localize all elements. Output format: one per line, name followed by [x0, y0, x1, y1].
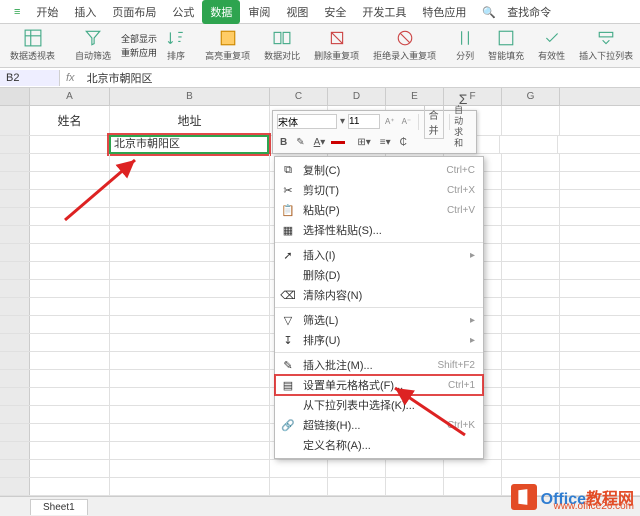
col-header-b[interactable]: B [110, 88, 270, 105]
delete-dup-button[interactable]: 删除重复项 [310, 27, 363, 64]
col-header-a[interactable]: A [30, 88, 110, 105]
watermark: Office教程网 www.office26.com [511, 484, 634, 510]
search-command[interactable]: 🔍 查找命令 [474, 0, 567, 24]
logo-icon: ≡ [6, 2, 28, 22]
context-menu: ⧉复制(C)Ctrl+C ✂剪切(T)Ctrl+X 📋粘贴(P)Ctrl+V ▦… [274, 156, 484, 459]
menu-define-name[interactable]: 定义名称(A)... [275, 435, 483, 455]
align-button[interactable]: ≡▾ [377, 136, 394, 149]
copy-icon: ⧉ [281, 163, 295, 177]
pivot-button[interactable]: 数据透视表 [6, 27, 59, 64]
number-format-button[interactable]: ₵ [397, 136, 410, 149]
menu-delete[interactable]: 删除(D) [275, 265, 483, 285]
menu-format-cells[interactable]: ▤设置单元格格式(F)...Ctrl+1 [275, 375, 483, 395]
col-header-g[interactable]: G [502, 88, 560, 105]
tab-view[interactable]: 视图 [278, 0, 316, 24]
menu-insert-comment[interactable]: ✎插入批注(M)...Shift+F2 [275, 355, 483, 375]
font-select[interactable] [277, 114, 337, 129]
text-to-columns-button[interactable]: 分列 [452, 27, 478, 64]
formula-bar: B2 fx 北京市朝阳区 [0, 68, 640, 88]
menu-cut[interactable]: ✂剪切(T)Ctrl+X [275, 180, 483, 200]
menu-filter[interactable]: ▽筛选(L)▸ [275, 310, 483, 330]
sort-button[interactable]: 排序 [163, 27, 189, 64]
cell-b1[interactable]: 地址 [110, 106, 270, 135]
hyperlink-icon: 🔗 [281, 418, 295, 432]
autofilter-button[interactable]: 自动筛选 [71, 27, 115, 64]
menu-paste[interactable]: 📋粘贴(P)Ctrl+V [275, 200, 483, 220]
decrease-font-icon[interactable]: A⁻ [400, 117, 414, 126]
menu-clear[interactable]: ⌫清除内容(N) [275, 285, 483, 305]
smart-fill-button[interactable]: 智能填充 [484, 27, 528, 64]
increase-font-icon[interactable]: A⁺ [383, 117, 397, 126]
paste-special-icon: ▦ [281, 223, 295, 237]
tab-layout[interactable]: 页面布局 [104, 0, 164, 24]
mini-toolbar: ▾ A⁺ A⁻ 合并 Σ自动求和 B ✎ A▾ ⊞▾ ≡▾ ₵ [272, 110, 477, 154]
row-header[interactable] [0, 136, 30, 153]
tab-dev[interactable]: 开发工具 [354, 0, 414, 24]
dropdown-button[interactable]: 插入下拉列表 [575, 27, 637, 64]
tab-data[interactable]: 数据 [202, 0, 240, 24]
tab-security[interactable]: 安全 [316, 0, 354, 24]
ribbon-tab-bar: ≡ 开始 插入 页面布局 公式 数据 审阅 视图 安全 开发工具 特色应用 🔍 … [0, 0, 640, 24]
reapply-button[interactable]: 重新应用 [121, 46, 157, 59]
format-painter-icon[interactable]: ✎ [293, 136, 307, 149]
fill-color-button[interactable] [331, 141, 345, 144]
border-button[interactable]: ⊞▾ [354, 136, 373, 149]
fx-icon[interactable]: fx [60, 72, 81, 84]
tab-review[interactable]: 审阅 [240, 0, 278, 24]
menu-hyperlink[interactable]: 🔗超链接(H)...Ctrl+K [275, 415, 483, 435]
tab-formula[interactable]: 公式 [164, 0, 202, 24]
menu-sort[interactable]: ↧排序(U)▸ [275, 330, 483, 350]
comment-icon: ✎ [281, 358, 295, 372]
col-header-e[interactable]: E [386, 88, 444, 105]
validity-button[interactable]: 有效性 [534, 27, 569, 64]
tab-home[interactable]: 开始 [28, 0, 66, 24]
cut-icon: ✂ [281, 183, 295, 197]
col-header-c[interactable]: C [270, 88, 328, 105]
ribbon-toolbar: 数据透视表 自动筛选 全部显示 重新应用 排序 高亮重复项 数据对比 删除重复项… [0, 24, 640, 68]
menu-insert[interactable]: ➚插入(I)▸ [275, 245, 483, 265]
col-header-d[interactable]: D [328, 88, 386, 105]
select-all-corner[interactable] [0, 88, 30, 105]
format-cells-icon: ▤ [281, 378, 295, 392]
menu-paste-special[interactable]: ▦选择性粘贴(S)... [275, 220, 483, 240]
paste-icon: 📋 [281, 203, 295, 217]
reject-dup-button[interactable]: 拒绝录入重复项 [369, 27, 440, 64]
formula-input[interactable]: 北京市朝阳区 [81, 68, 640, 88]
showall-button[interactable]: 全部显示 [121, 32, 157, 45]
filter-icon: ▽ [281, 313, 295, 327]
menu-pick-from-list[interactable]: 从下拉列表中选择(K)... [275, 395, 483, 415]
fontsize-select[interactable] [348, 114, 380, 129]
tab-insert[interactable]: 插入 [66, 0, 104, 24]
tab-special[interactable]: 特色应用 [414, 0, 474, 24]
office-logo-icon [511, 484, 537, 510]
sheet-tab[interactable]: Sheet1 [30, 499, 88, 515]
menu-copy[interactable]: ⧉复制(C)Ctrl+C [275, 160, 483, 180]
sort-icon: ↧ [281, 333, 295, 347]
col-header-f[interactable]: F [444, 88, 502, 105]
data-compare-button[interactable]: 数据对比 [260, 27, 304, 64]
cell-a1[interactable]: 姓名 [30, 106, 110, 135]
highlight-dup-button[interactable]: 高亮重复项 [201, 27, 254, 64]
name-box[interactable]: B2 [0, 70, 60, 86]
selected-cell[interactable]: 北京市朝阳区 [109, 135, 269, 154]
cell-a2[interactable] [30, 136, 110, 153]
bold-button[interactable]: B [277, 136, 290, 149]
clear-icon: ⌫ [281, 288, 295, 302]
insert-icon: ➚ [281, 248, 295, 262]
font-color-button[interactable]: A▾ [311, 136, 329, 149]
row-header[interactable] [0, 106, 30, 135]
